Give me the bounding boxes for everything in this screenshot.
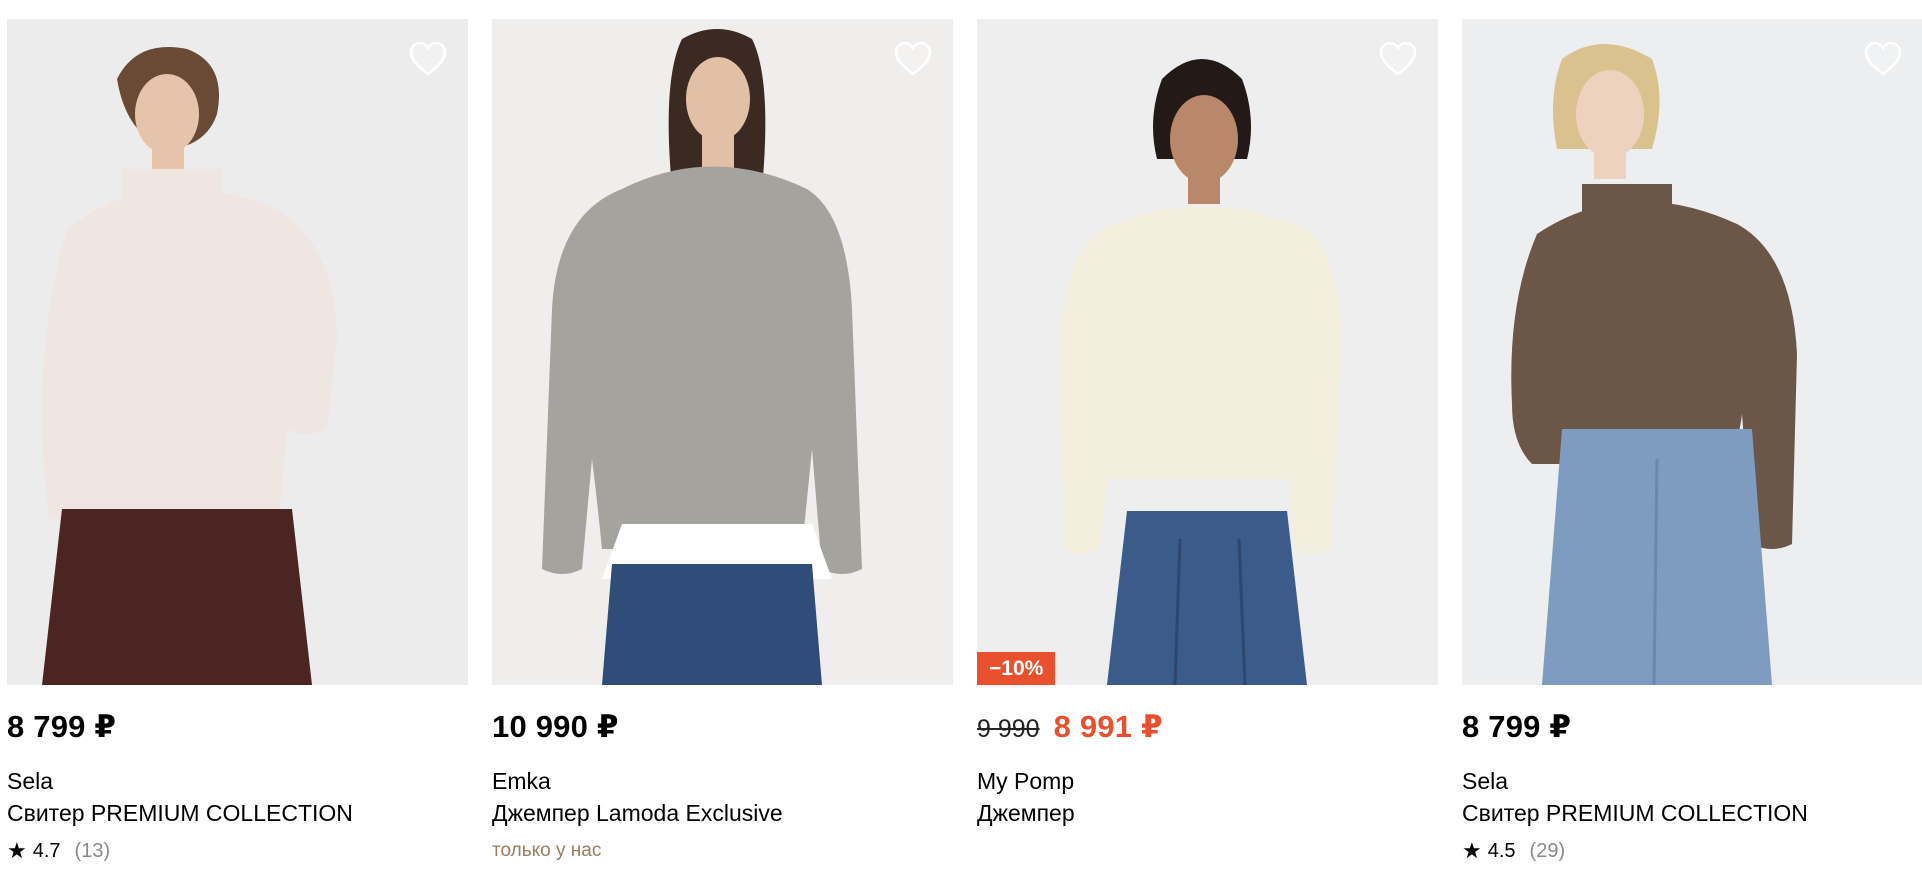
product-photo[interactable] [492,19,953,685]
rating-value: 4.5 [1487,840,1516,862]
heart-outline-icon [1379,41,1417,76]
sale-price: 8 991 ₽ [1053,709,1163,744]
product-photo[interactable] [1462,19,1922,685]
price-row: 8 799 ₽ [7,709,468,751]
price: 10 990 ₽ [492,709,619,744]
rating: ★ 4.5 (29) [1462,837,1922,865]
star-icon: ★ [1462,838,1482,863]
product-title[interactable]: Свитер PREMIUM COLLECTION [7,797,468,829]
favorite-button[interactable] [1861,37,1905,81]
price: 8 799 ₽ [7,709,117,744]
model-photo [7,19,468,685]
brand-name[interactable]: Emka [492,765,953,797]
product-card[interactable]: 8 799 ₽ Sela Свитер PREMIUM COLLECTION ★… [7,19,468,879]
product-photo[interactable] [7,19,468,685]
model-photo [977,19,1438,685]
star-icon: ★ [7,838,27,863]
brand-name[interactable]: Sela [1462,765,1922,797]
review-count: (13) [74,840,111,862]
favorite-button[interactable] [891,37,935,81]
old-price: 9 990 [977,715,1040,743]
heart-outline-icon [894,41,932,76]
rating-value: 4.7 [32,840,61,862]
price-row: 10 990 ₽ [492,709,953,751]
price: 8 799 ₽ [1462,709,1572,744]
discount-badge: −10% [977,652,1056,685]
product-card[interactable]: 8 799 ₽ Sela Свитер PREMIUM COLLECTION ★… [1462,19,1922,879]
product-card[interactable]: −10% 9 990 8 991 ₽ My Pomp Джемпер [977,19,1438,879]
heart-outline-icon [409,41,447,76]
model-photo [1462,19,1922,685]
brand-name[interactable]: Sela [7,765,468,797]
product-title[interactable]: Свитер PREMIUM COLLECTION [1462,797,1922,829]
product-title[interactable]: Джемпер Lamoda Exclusive [492,797,953,829]
exclusive-label: только у нас [492,840,602,861]
product-photo[interactable]: −10% [977,19,1438,685]
rating: ★ 4.7 (13) [7,837,468,865]
favorite-button[interactable] [406,37,450,81]
heart-outline-icon [1864,41,1902,76]
product-card[interactable]: 10 990 ₽ Emka Джемпер Lamoda Exclusive т… [492,19,953,879]
price-row: 9 990 8 991 ₽ [977,709,1438,751]
review-count: (29) [1529,840,1566,862]
brand-name[interactable]: My Pomp [977,765,1438,797]
product-title[interactable]: Джемпер [977,797,1438,829]
favorite-button[interactable] [1376,37,1420,81]
product-grid: 8 799 ₽ Sela Свитер PREMIUM COLLECTION ★… [0,0,1922,886]
model-photo [492,19,953,685]
price-row: 8 799 ₽ [1462,709,1922,751]
